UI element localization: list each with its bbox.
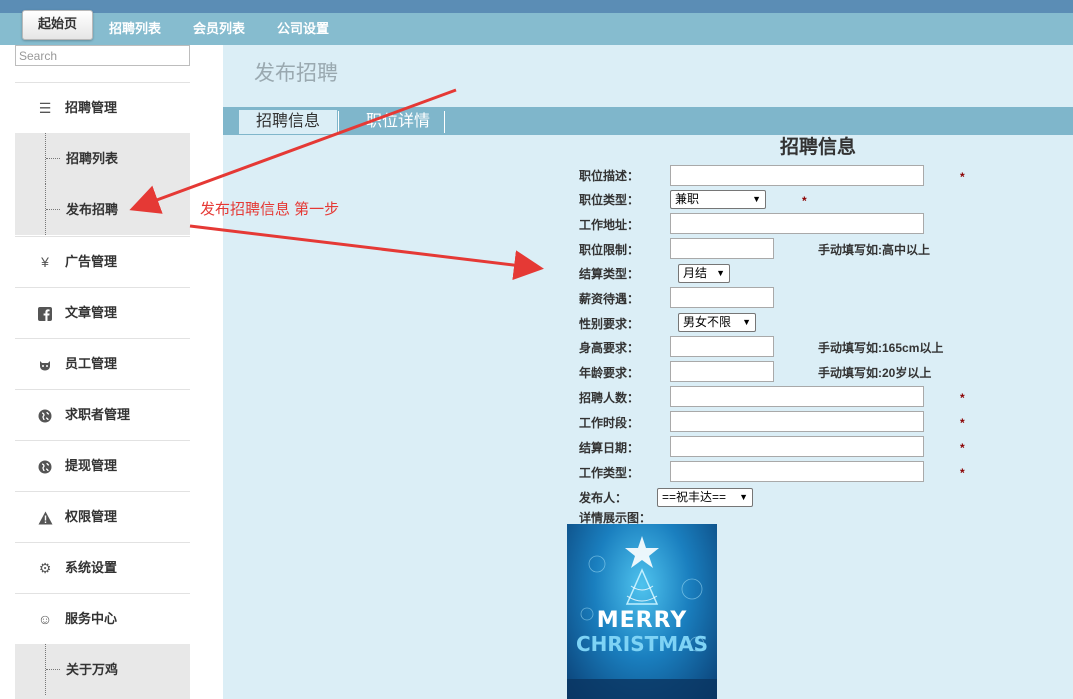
nav-company-settings[interactable]: 公司设置 (277, 19, 329, 39)
field-label-count: 招聘人数： (579, 391, 640, 405)
poster-text-line2: CHRISTMAS (575, 632, 709, 656)
sidebar-item-jobseekers[interactable]: 求职者管理 (15, 389, 190, 440)
caret-down-icon: ▼ (742, 317, 751, 327)
caret-down-icon: ▼ (752, 194, 761, 204)
tree-connector (45, 184, 60, 235)
sidebar-item-label: 权限管理 (65, 509, 118, 524)
age-field[interactable] (670, 361, 774, 382)
settle-type-value: 月结 (683, 266, 708, 280)
job-type-value: 兼职 (675, 192, 700, 206)
sidebar-item-label: 文章管理 (65, 305, 118, 320)
required-mark: * (960, 466, 965, 480)
sidebar-item-label: 发布招聘 (66, 202, 119, 217)
salary-field[interactable] (670, 287, 774, 308)
tree-connector (45, 644, 60, 695)
detail-image[interactable]: MERRY CHRISTMAS (567, 524, 717, 699)
warning-icon (37, 492, 53, 542)
github-icon (37, 339, 53, 389)
top-strip (0, 0, 1073, 13)
settle-type-select[interactable]: 月结 ▼ (678, 264, 730, 283)
period-field[interactable] (670, 411, 924, 432)
gender-value: 男女不限 (683, 315, 732, 329)
height-hint: 手动填写如:165cm以上 (818, 341, 944, 355)
field-label-publisher: 发布人： (579, 491, 628, 505)
height-field[interactable] (670, 336, 774, 357)
form-title: 招聘信息 (780, 137, 857, 158)
caret-down-icon: ▼ (716, 268, 725, 278)
count-field[interactable] (670, 386, 924, 407)
field-label-desc: 职位描述： (579, 169, 640, 183)
limit-hint: 手动填写如:高中以上 (818, 243, 930, 257)
nav-job-list[interactable]: 招聘列表 (109, 19, 161, 39)
tree-connector (45, 133, 60, 184)
field-label-type: 职位类型： (579, 193, 640, 207)
publisher-value: ==祝丰达== (662, 490, 727, 504)
sidebar-item-label: 广告管理 (65, 254, 118, 269)
globe-icon (37, 390, 53, 440)
sidebar-item-withdraw[interactable]: 提现管理 (15, 440, 190, 491)
nav-home-tab[interactable]: 起始页 (22, 10, 93, 40)
required-mark: * (960, 170, 965, 184)
tab-recruit-info[interactable]: 招聘信息 (239, 110, 337, 134)
job-type-select[interactable]: 兼职 ▼ (670, 190, 766, 209)
limit-field[interactable] (670, 238, 774, 259)
sidebar-item-staff[interactable]: 员工管理 (15, 338, 190, 389)
sidebar-item-ads[interactable]: ¥ 广告管理 (15, 236, 190, 287)
search-input[interactable] (15, 45, 190, 66)
sidebar-item-label: 招聘管理 (65, 100, 118, 115)
sidebar-item-label: 求职者管理 (65, 407, 131, 422)
tab-divider (338, 111, 339, 133)
smile-icon: ☺ (37, 611, 53, 627)
gear-icon: ⚙ (38, 560, 52, 576)
sidebar-item-label: 系统设置 (65, 560, 118, 575)
sidebar-item-service-center[interactable]: ☺ 服务中心 (15, 593, 190, 644)
required-mark: * (960, 416, 965, 430)
field-label-gender: 性别要求： (579, 317, 640, 331)
facebook-icon (37, 288, 53, 338)
field-label-address: 工作地址： (579, 218, 640, 232)
sidebar-subitem-publish-job[interactable]: 发布招聘 (15, 184, 190, 235)
publisher-select[interactable]: ==祝丰达== ▼ (657, 488, 753, 507)
field-label-salary: 薪资待遇： (579, 292, 640, 306)
sidebar-item-system-settings[interactable]: ⚙ 系统设置 (15, 542, 190, 593)
gender-select[interactable]: 男女不限 ▼ (678, 313, 756, 332)
field-label-work-type: 工作类型： (579, 466, 640, 480)
sidebar-item-permissions[interactable]: 权限管理 (15, 491, 190, 542)
sidebar-item-label: 提现管理 (65, 458, 118, 473)
sidebar-subitem-about[interactable]: 关于万鸡 (15, 644, 190, 699)
tab-divider (444, 111, 445, 133)
sidebar-item-label: 服务中心 (65, 611, 118, 626)
required-mark: * (802, 194, 807, 208)
sidebar-item-articles[interactable]: 文章管理 (15, 287, 190, 338)
tab-bar (223, 107, 1073, 135)
page-title: 发布招聘 (254, 62, 338, 85)
globe-icon (37, 441, 53, 491)
sidebar-item-label: 员工管理 (65, 356, 118, 371)
required-mark: * (960, 441, 965, 455)
work-type-field[interactable] (670, 461, 924, 482)
field-label-settle-type: 结算类型： (579, 267, 640, 281)
sidebar-item-recruit-manage[interactable]: ☰ 招聘管理 (15, 82, 190, 133)
settle-date-field[interactable] (670, 436, 924, 457)
sidebar-item-label: 招聘列表 (66, 151, 119, 166)
poster-text-line1: MERRY (596, 608, 688, 633)
sidebar-item-label: 关于万鸡 (66, 662, 119, 677)
list-icon: ☰ (38, 100, 52, 116)
field-label-period: 工作时段： (579, 416, 640, 430)
required-mark: * (960, 391, 965, 405)
nav-member-list[interactable]: 会员列表 (193, 19, 245, 39)
address-field[interactable] (670, 213, 924, 234)
field-label-height: 身高要求： (579, 341, 640, 355)
field-label-settle-date: 结算日期： (579, 441, 640, 455)
caret-down-icon: ▼ (739, 492, 748, 502)
yen-icon: ¥ (41, 254, 49, 270)
field-label-limit: 职位限制： (579, 243, 640, 257)
desc-field[interactable] (670, 165, 924, 186)
field-label-age: 年龄要求： (579, 366, 640, 380)
sidebar-subitem-job-list[interactable]: 招聘列表 (15, 133, 190, 184)
annotation-text: 发布招聘信息 第一步 (200, 201, 340, 218)
tab-job-details[interactable]: 职位详情 (366, 110, 430, 134)
age-hint: 手动填写如:20岁以上 (818, 366, 932, 380)
